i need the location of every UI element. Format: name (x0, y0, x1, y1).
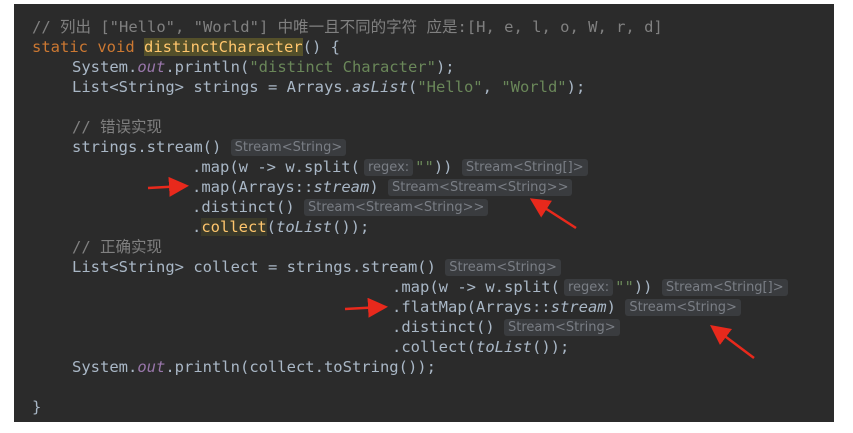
code-token: .map(w -> w.split( (392, 278, 560, 296)
code-line-comment-wrong: // 错误实现 (72, 118, 162, 136)
code-token: .println(collect.toString()); (165, 358, 436, 376)
type-hint: Stream<String> (504, 319, 620, 336)
type-hint: Stream<String> (445, 259, 561, 276)
parameter-hint: regex: (563, 279, 614, 296)
code-token: ()); (532, 338, 570, 356)
code-line-distinct-wrong: .distinct() Stream<Stream<String>> (192, 197, 489, 217)
code-line-map-split-correct: .map(w -> w.split(regex: "")) Stream<Stri… (392, 277, 788, 297)
type-hint: Stream<Stream<String>> (304, 199, 489, 216)
code-token-method-tolist: toList (476, 338, 532, 356)
code-line-distinct-correct: .distinct() Stream<String> (392, 317, 620, 337)
code-line-collect-correct: .collect(toList()); (392, 337, 569, 357)
code-token: List<String> collect = strings.stream() (72, 258, 436, 276)
code-token: System. (72, 58, 138, 76)
code-token-field-out: out (137, 58, 166, 76)
code-token: .flatMap(Arrays:: (392, 298, 551, 316)
code-token: ); (435, 58, 455, 76)
code-token: System. (72, 358, 138, 376)
code-line-map-arrays-stream: .map(Arrays::stream) Stream<Stream<Strin… (192, 177, 573, 197)
code-token: ( (407, 78, 418, 96)
code-token-method-aslist: asList (351, 78, 408, 96)
code-line-method-signature: static void distinctCharacter() { (32, 37, 340, 57)
code-token: .map(w -> w.split( (192, 158, 360, 176)
code-token: ( (266, 218, 277, 236)
parameter-hint: regex: (363, 159, 414, 176)
keyword-static-void: static void (32, 38, 144, 56)
code-token: .println( (165, 58, 250, 76)
code-token: ()); (332, 218, 370, 236)
signature-rest: () { (302, 38, 340, 56)
code-token-method-stream: stream (550, 298, 607, 316)
code-token-method-tolist: toList (276, 218, 333, 236)
code-token: , (482, 78, 502, 96)
code-line-collect-wrong: .collect(toList()); (192, 217, 369, 237)
code-token: strings.stream() (72, 138, 222, 156)
code-line-println-distinct: System.out.println("distinct Character")… (72, 57, 455, 77)
code-token: )) (633, 278, 653, 296)
code-line-flatmap: .flatMap(Arrays::stream) Stream<String> (392, 297, 741, 317)
code-token-method-collect[interactable]: collect (201, 218, 267, 236)
code-line-comment-correct: // 正确实现 (72, 238, 162, 256)
code-token-string: "distinct Character" (249, 58, 436, 76)
code-token-string: "" (615, 278, 634, 296)
code-line-comment-header: // 列出 ["Hello", "World"] 中唯一且不同的字符 应是:[H… (32, 18, 663, 36)
code-line-println-collect: System.out.println(collect.toString()); (72, 357, 436, 377)
code-line-collect-declaration: List<String> collect = strings.stream() … (72, 257, 561, 277)
code-token: ) (369, 178, 379, 196)
code-token: .distinct() (392, 318, 495, 336)
code-token: . (192, 218, 202, 236)
code-token: .distinct() (192, 198, 295, 216)
type-hint: Stream<String[]> (461, 159, 588, 176)
code-token-string: "World" (501, 78, 567, 96)
code-token: List<String> strings = Arrays. (72, 78, 352, 96)
code-token: )) (433, 158, 453, 176)
code-token: .collect( (392, 338, 476, 356)
code-line-strings-declaration: List<String> strings = Arrays.asList("He… (72, 77, 585, 97)
code-line-map-split-wrong: .map(w -> w.split(regex: "")) Stream<Stri… (192, 157, 588, 177)
method-name-distinct-character[interactable]: distinctCharacter (143, 38, 303, 56)
code-token-string: "Hello" (417, 78, 483, 96)
code-token: .map(Arrays:: (192, 178, 314, 196)
type-hint: Stream<String> (625, 299, 741, 316)
code-token-method-stream: stream (313, 178, 370, 196)
code-token: ); (566, 78, 586, 96)
code-line-stream-wrong: strings.stream() Stream<String> (72, 137, 347, 157)
code-editor[interactable]: // 列出 ["Hello", "World"] 中唯一且不同的字符 应是:[H… (14, 4, 834, 422)
type-hint: Stream<Stream<String>> (388, 179, 573, 196)
type-hint: Stream<String> (230, 139, 347, 156)
code-token: ) (606, 298, 616, 316)
code-token-string: "" (415, 158, 434, 176)
code-token-field-out: out (137, 358, 166, 376)
type-hint: Stream<String[]> (661, 279, 788, 296)
code-line-closing-brace: } (32, 398, 42, 416)
